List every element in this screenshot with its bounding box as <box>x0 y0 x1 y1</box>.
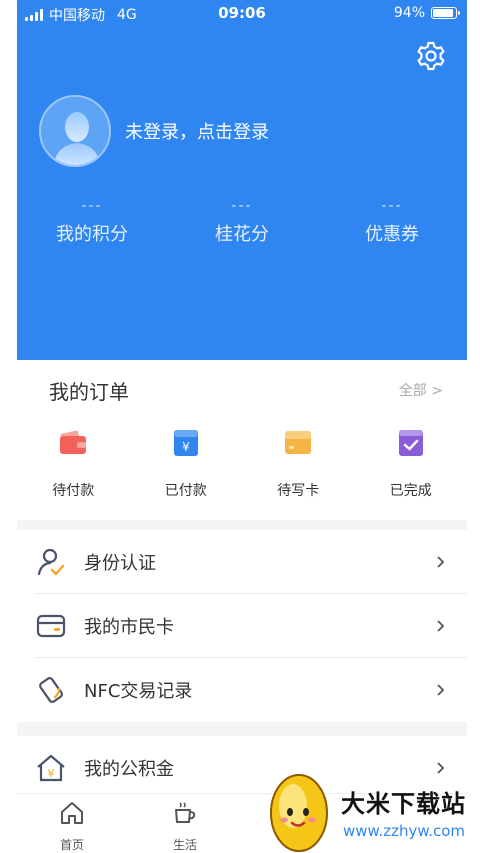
menu-label: 我的公积金 <box>84 759 174 780</box>
rice-mascot-logo <box>270 774 328 852</box>
stat-points[interactable]: --- 我的积分 <box>17 198 167 246</box>
orders-all-link[interactable]: 全部 > <box>399 380 443 400</box>
menu-label: NFC交易记录 <box>84 681 193 702</box>
menu-group-account: 身份认证 我的市民卡 NFC交易记录 <box>17 530 467 722</box>
app-screen: 中国移动 4G 09:06 94% 未登录，点击登录 --- 我的积分 --- … <box>17 0 467 853</box>
order-label: 待写卡 <box>277 483 320 499</box>
order-paid[interactable]: ¥ 已付款 <box>130 426 243 500</box>
menu-label: 身份认证 <box>84 553 156 574</box>
menu-label: 我的市民卡 <box>84 617 174 638</box>
menu-item-citizen-card[interactable]: 我的市民卡 <box>17 594 467 658</box>
profile-header <box>17 0 467 370</box>
orders-title: 我的订单 <box>49 380 129 404</box>
status-bar: 中国移动 4G 09:06 94% <box>17 0 467 28</box>
svg-text:¥: ¥ <box>48 767 55 780</box>
status-right: 94% <box>393 5 460 21</box>
order-label: 待付款 <box>52 483 95 499</box>
user-check-icon <box>37 548 65 576</box>
citizen-card-icon <box>36 614 66 638</box>
avatar[interactable] <box>39 95 111 167</box>
svg-text:¥: ¥ <box>182 440 190 454</box>
card-icon <box>285 431 312 454</box>
menu-item-nfc-records[interactable]: NFC交易记录 <box>17 658 467 722</box>
check-box-icon <box>398 430 423 456</box>
stat-coupons[interactable]: --- 优惠券 <box>317 198 467 246</box>
watermark: 大米下载站 www.zzhyw.com <box>263 768 480 853</box>
gear-icon <box>417 41 445 71</box>
stat-value: --- <box>231 198 253 214</box>
stat-label: 我的积分 <box>56 224 128 245</box>
order-status-row: 待付款 ¥ 已付款 待写卡 已完成 <box>17 426 467 500</box>
tab-label: 生活 <box>172 838 197 852</box>
default-avatar-icon <box>53 112 101 165</box>
login-area[interactable]: 未登录，点击登录 <box>39 95 269 167</box>
nfc-icon <box>39 677 63 703</box>
orders-section: 我的订单 全部 > 待付款 ¥ 已付款 待写卡 已完成 <box>17 360 467 520</box>
chevron-right-icon <box>437 684 445 696</box>
settings-button[interactable] <box>415 40 447 72</box>
stat-value: --- <box>381 198 403 214</box>
order-completed[interactable]: 已完成 <box>355 426 468 500</box>
watermark-title: 大米下载站 <box>341 790 466 818</box>
housing-fund-icon: ¥ <box>37 754 65 782</box>
order-pending-payment[interactable]: 待付款 <box>17 426 130 500</box>
tab-home[interactable]: 首页 <box>42 800 102 853</box>
menu-item-identity[interactable]: 身份认证 <box>17 530 467 594</box>
home-icon <box>61 802 83 824</box>
tab-label: 首页 <box>59 838 84 852</box>
stat-osmanthus-score[interactable]: --- 桂花分 <box>167 198 317 246</box>
order-to-write-card[interactable]: 待写卡 <box>242 426 355 500</box>
watermark-url: www.zzhyw.com <box>343 822 466 840</box>
order-label: 已完成 <box>389 483 432 499</box>
login-prompt[interactable]: 未登录，点击登录 <box>125 118 269 144</box>
wallet-icon <box>60 430 87 454</box>
chevron-right-icon <box>437 556 445 568</box>
stat-label: 桂花分 <box>215 224 269 245</box>
battery-percent: 94% <box>393 5 425 21</box>
stat-label: 优惠券 <box>365 224 419 245</box>
order-label: 已付款 <box>164 483 207 499</box>
battery-icon <box>431 7 460 19</box>
coffee-icon <box>175 802 196 823</box>
user-stats: --- 我的积分 --- 桂花分 --- 优惠券 <box>17 198 467 246</box>
stat-value: --- <box>81 198 103 214</box>
chevron-right-icon <box>437 620 445 632</box>
yen-box-icon: ¥ <box>173 430 198 456</box>
tab-life[interactable]: 生活 <box>155 800 215 853</box>
